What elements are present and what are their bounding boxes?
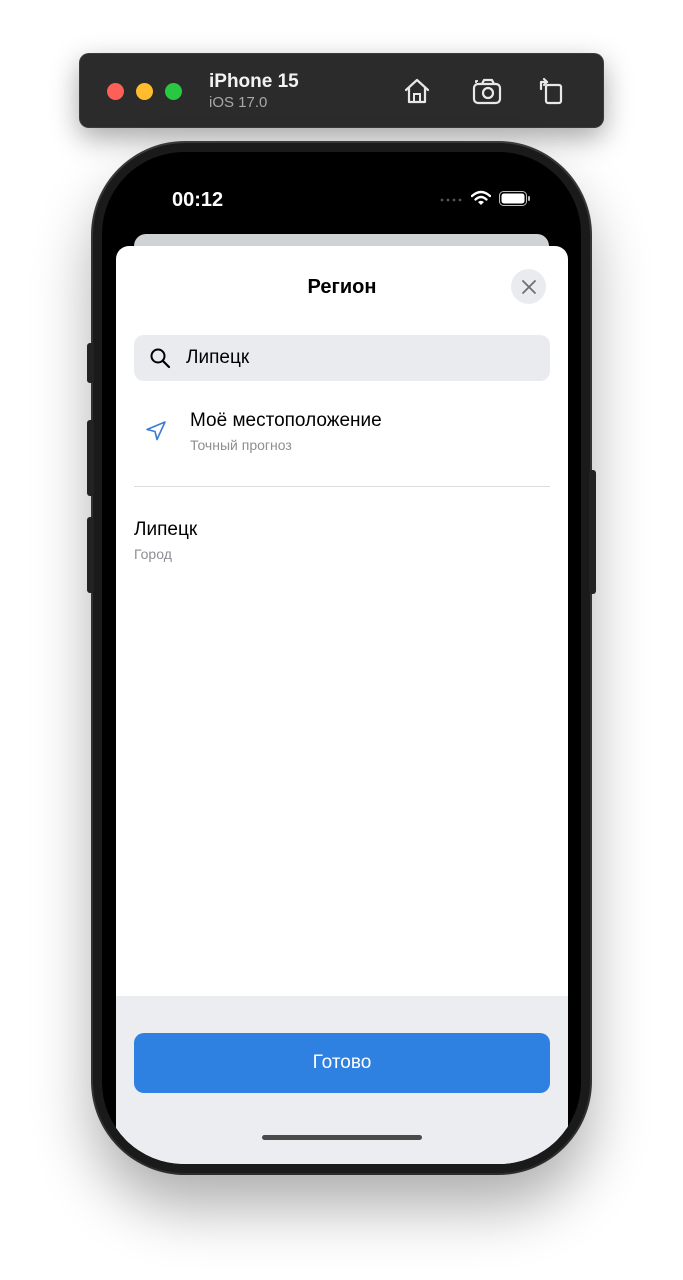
- simulator-toolbar: iPhone 15 iOS 17.0: [79, 53, 604, 128]
- volume-down-button: [87, 517, 94, 593]
- os-version: iOS 17.0: [209, 94, 268, 111]
- status-icons: [439, 190, 531, 206]
- home-button[interactable]: [399, 73, 435, 109]
- bottom-bar: Готово: [116, 996, 568, 1164]
- search-value: Липецк: [186, 347, 250, 368]
- battery-icon: [499, 190, 530, 206]
- device-name: iPhone 15: [209, 71, 299, 92]
- region-sheet: Регион Липецк Моё местоположение Точный …: [116, 246, 568, 1164]
- close-button[interactable]: [511, 269, 546, 304]
- zoom-window-button[interactable]: [165, 83, 182, 100]
- volume-up-button: [87, 420, 94, 496]
- my-location-title: Моё местоположение: [190, 410, 382, 431]
- search-input[interactable]: Липецк: [134, 335, 550, 381]
- minimize-window-button[interactable]: [136, 83, 153, 100]
- status-time: 00:12: [172, 189, 224, 211]
- list-item[interactable]: Липецк Город: [134, 516, 550, 566]
- cellular-icon: [440, 198, 462, 202]
- screenshot-icon: [472, 78, 502, 105]
- my-location-subtitle: Точный прогноз: [190, 437, 292, 453]
- screenshot-button[interactable]: [470, 73, 506, 109]
- done-button[interactable]: Готово: [134, 1033, 550, 1093]
- close-window-button[interactable]: [107, 83, 124, 100]
- search-icon: [150, 348, 171, 369]
- home-icon: [404, 78, 430, 104]
- result-subtitle: Город: [134, 546, 172, 562]
- sheet-title: Регион: [307, 276, 377, 298]
- rotate-icon: [539, 77, 563, 105]
- rotate-button[interactable]: [533, 73, 569, 109]
- divider: [134, 486, 550, 487]
- my-location-item[interactable]: Моё местоположение Точный прогноз: [134, 401, 550, 463]
- home-indicator[interactable]: [262, 1135, 422, 1140]
- power-button: [589, 470, 596, 594]
- result-title: Липецк: [134, 519, 198, 540]
- wifi-icon: [471, 190, 491, 205]
- location-arrow-icon: [146, 421, 166, 441]
- phone-screen: 00:12 Регион Липецк Моё местоположение Т…: [102, 152, 581, 1164]
- close-icon: [521, 279, 536, 294]
- action-button: [87, 343, 94, 383]
